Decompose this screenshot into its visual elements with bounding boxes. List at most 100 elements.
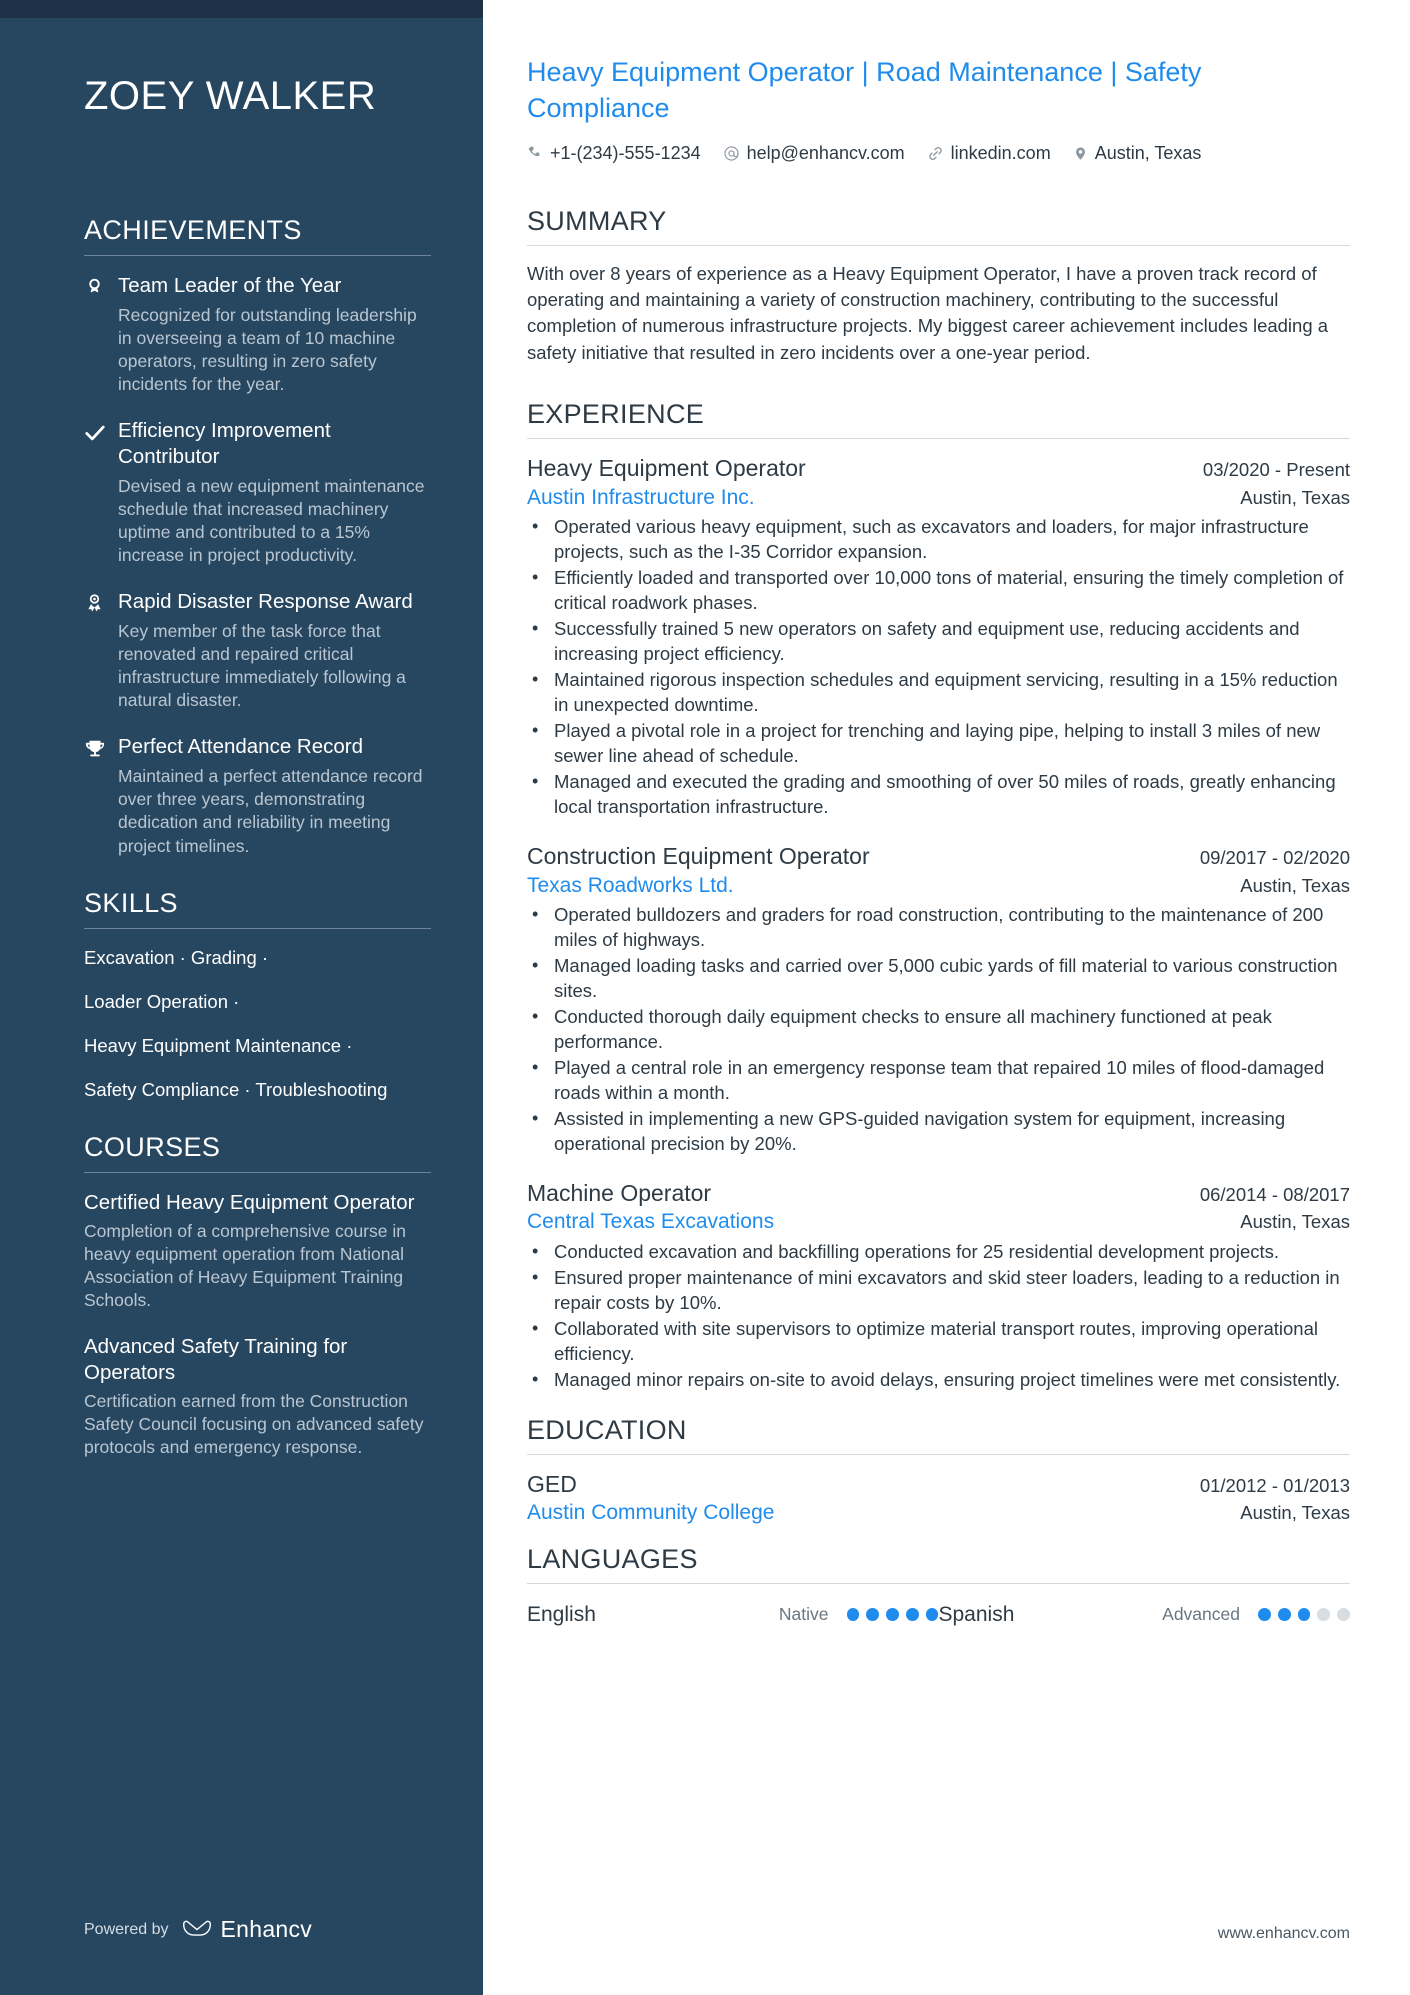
job-location: Austin, Texas	[1240, 486, 1350, 508]
job-bullet: Operated bulldozers and graders for road…	[527, 902, 1350, 953]
summary-heading: SUMMARY	[527, 205, 667, 236]
achievement-title: Perfect Attendance Record	[118, 735, 364, 759]
proficiency-dot	[1258, 1608, 1271, 1622]
achievement-title: Efficiency Improvement Contributor	[118, 419, 331, 469]
courses-divider	[84, 1171, 431, 1173]
powered-by-label: Powered by	[84, 1920, 169, 1938]
language-name: Spanish	[938, 1602, 1015, 1626]
job-company[interactable]: Central Texas Excavations	[527, 1208, 774, 1235]
contact-location-text: Austin, Texas	[1094, 142, 1202, 163]
language-proficiency-dots	[1258, 1608, 1350, 1622]
job-bullet: Operated various heavy equipment, such a…	[527, 514, 1350, 565]
education-entry: GED 01/2012 - 01/2013 Austin Community C…	[527, 1470, 1350, 1528]
contact-link[interactable]: linkedin.com	[927, 143, 1051, 164]
contact-email-text: help@enhancv.com	[746, 142, 905, 163]
skill-line: Loader Operation ·	[84, 990, 240, 1012]
education-date: 01/2012 - 01/2013	[1199, 1474, 1350, 1496]
job-bullet: Maintained rigorous inspection schedules…	[527, 667, 1350, 718]
course-description: Completion of a comprehensive course in …	[84, 1220, 406, 1310]
email-icon	[723, 145, 740, 162]
powered-by-enhancv: Powered by Enhancv	[84, 1916, 312, 1943]
job-bullet: Ensured proper maintenance of mini excav…	[527, 1265, 1350, 1316]
job-title: Heavy Equipment Operator	[527, 454, 806, 481]
achievement-item: Team Leader of the Year Recognized for o…	[84, 273, 431, 396]
proficiency-dot	[1297, 1608, 1311, 1622]
summary-section: SUMMARY With over 8 years of experience …	[527, 206, 1350, 366]
achievement-description: Devised a new equipment maintenance sche…	[118, 475, 425, 566]
contact-location: Austin, Texas	[1073, 142, 1202, 164]
contact-phone-text: +1-(234)-555-1234	[550, 142, 701, 163]
contact-email[interactable]: help@enhancv.com	[723, 143, 905, 164]
proficiency-dot	[886, 1608, 899, 1622]
proficiency-dot	[925, 1608, 939, 1622]
job-bullet: Played a central role in an emergency re…	[527, 1055, 1350, 1106]
site-url: www.enhancv.com	[1217, 1925, 1350, 1942]
medal-head-icon	[84, 273, 118, 396]
enhancv-wordmark: Enhancv	[220, 1916, 313, 1942]
skill-line: Excavation · Grading ·	[84, 946, 269, 968]
enhancv-logo: Enhancv	[182, 1916, 313, 1943]
language-item: Spanish Advanced	[939, 1603, 1351, 1627]
candidate-name: ZOEY WALKER	[84, 74, 377, 118]
courses-heading: COURSES	[84, 1131, 221, 1162]
skills-heading: SKILLS	[84, 887, 178, 918]
job-bullet: Conducted thorough daily equipment check…	[527, 1004, 1350, 1055]
courses-section: COURSES Certified Heavy Equipment Operat…	[84, 1132, 431, 1459]
language-level: Advanced	[1162, 1604, 1240, 1625]
headline: Heavy Equipment Operator | Road Maintena…	[527, 57, 1202, 123]
experience-entry: Construction Equipment Operator 09/2017 …	[527, 842, 1350, 1157]
education-heading: EDUCATION	[527, 1414, 687, 1445]
job-bullet: Managed minor repairs on-site to avoid d…	[527, 1367, 1350, 1393]
job-bullet: Managed loading tasks and carried over 5…	[527, 953, 1350, 1004]
summary-divider	[527, 244, 1350, 246]
education-divider	[527, 1453, 1350, 1455]
achievement-description: Recognized for outstanding leadership in…	[118, 304, 417, 395]
job-bullet: Assisted in implementing a new GPS-guide…	[527, 1106, 1350, 1157]
job-company[interactable]: Texas Roadworks Ltd.	[527, 872, 734, 899]
experience-entry: Heavy Equipment Operator 03/2020 - Prese…	[527, 454, 1350, 820]
contact-link-text: linkedin.com	[950, 142, 1051, 163]
job-bullets: Operated various heavy equipment, such a…	[527, 514, 1350, 820]
contact-phone[interactable]: +1-(234)-555-1234	[527, 143, 701, 164]
achievement-title: Rapid Disaster Response Award	[118, 590, 413, 614]
education-degree: GED	[527, 1470, 577, 1497]
course-description: Certification earned from the Constructi…	[84, 1390, 424, 1457]
skills-section: SKILLS Excavation · Grading · Loader Ope…	[84, 888, 431, 1102]
proficiency-dot	[866, 1608, 880, 1622]
job-location: Austin, Texas	[1240, 1211, 1350, 1233]
link-icon	[927, 145, 944, 162]
contact-row: +1-(234)-555-1234 help@enhancv.com linke…	[527, 143, 1350, 164]
job-date: 03/2020 - Present	[1202, 458, 1350, 480]
job-bullet: Managed and executed the grading and smo…	[527, 769, 1350, 820]
job-location: Austin, Texas	[1240, 874, 1350, 896]
sidebar-top-bar	[0, 0, 483, 18]
job-bullets: Conducted excavation and backfilling ope…	[527, 1239, 1350, 1393]
award-ribbon-icon	[84, 589, 118, 712]
job-bullet: Efficiently loaded and transported over …	[527, 565, 1350, 616]
course-title: Advanced Safety Training for Operators	[84, 1335, 348, 1384]
language-level: Native	[778, 1604, 829, 1625]
education-school[interactable]: Austin Community College	[527, 1499, 774, 1527]
job-bullet: Played a pivotal role in a project for t…	[527, 718, 1350, 769]
experience-heading: EXPERIENCE	[527, 398, 705, 429]
achievements-divider	[84, 255, 431, 256]
proficiency-dot	[846, 1608, 860, 1622]
proficiency-dot	[1337, 1608, 1350, 1622]
experience-divider	[527, 437, 1350, 439]
proficiency-dot	[1317, 1608, 1331, 1622]
course-item: Certified Heavy Equipment Operator Compl…	[84, 1190, 431, 1312]
achievements-section: ACHIEVEMENTS Team Leader of the Year Rec…	[84, 215, 431, 858]
enhancv-mark-icon	[182, 1920, 211, 1936]
achievement-item: Efficiency Improvement Contributor Devis…	[84, 418, 431, 567]
job-company[interactable]: Austin Infrastructure Inc.	[527, 484, 755, 511]
achievement-description: Maintained a perfect attendance record o…	[118, 766, 423, 856]
achievement-item: Rapid Disaster Response Award Key member…	[84, 589, 431, 712]
experience-section: EXPERIENCE Heavy Equipment Operator 03/2…	[527, 399, 1350, 1393]
language-proficiency-dots	[846, 1608, 939, 1622]
summary-text: With over 8 years of experience as a Hea…	[527, 262, 1329, 363]
job-date: 09/2017 - 02/2020	[1199, 846, 1350, 868]
languages-row: English Native Spanish Advanced	[527, 1599, 1350, 1627]
language-name: English	[527, 1602, 596, 1626]
course-title: Certified Heavy Equipment Operator	[84, 1190, 415, 1214]
achievements-heading: ACHIEVEMENTS	[84, 215, 302, 245]
